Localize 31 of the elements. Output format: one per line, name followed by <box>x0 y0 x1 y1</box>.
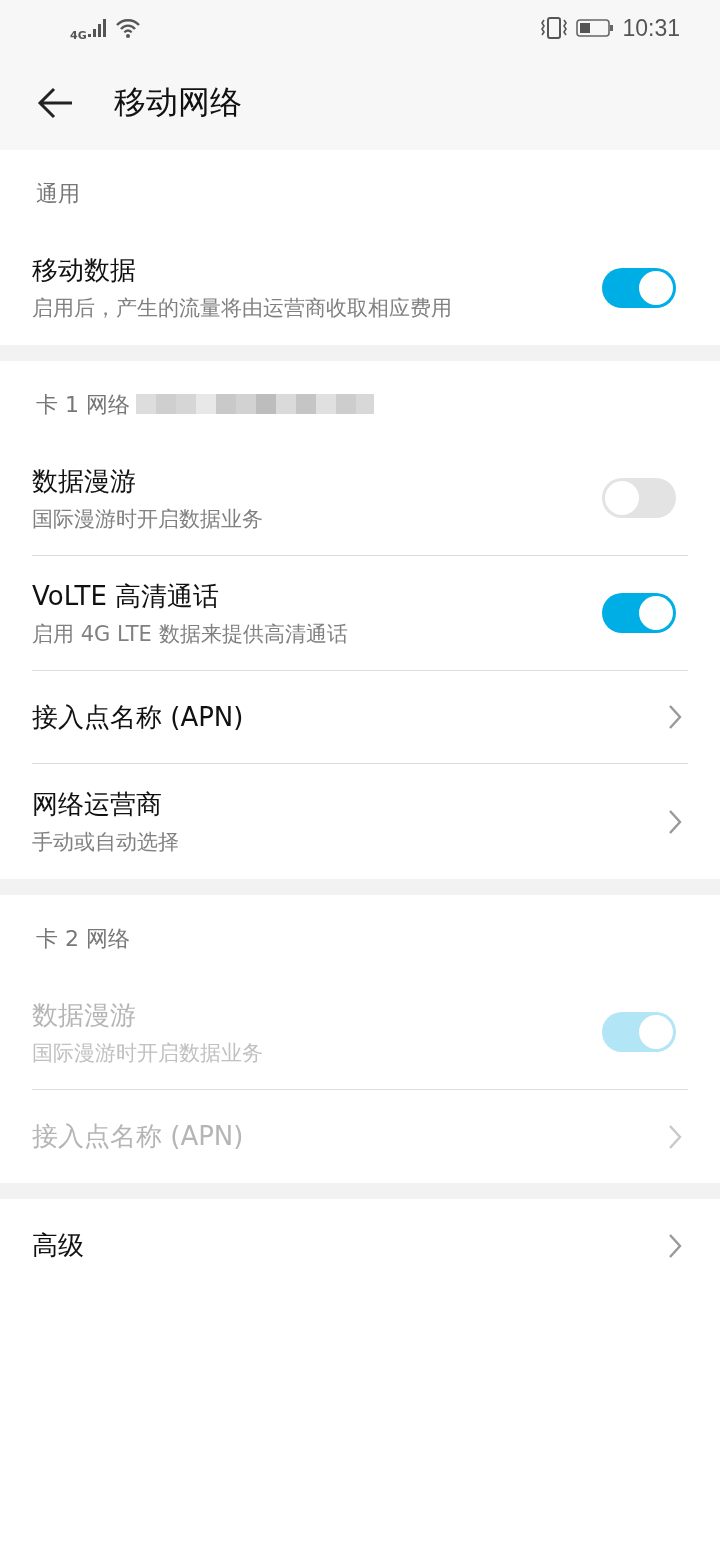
chevron-right-icon <box>668 704 682 730</box>
setting-title: 接入点名称 (APN) <box>32 700 244 734</box>
setting-description: 手动或自动选择 <box>32 829 179 856</box>
vibrate-icon <box>540 16 569 40</box>
setting-description: 启用后，产生的流量将由运营商收取相应费用 <box>32 295 452 322</box>
setting-title: 接入点名称 (APN) <box>32 1120 244 1153</box>
setting-title: 数据漫游 <box>32 464 137 498</box>
signal-icon <box>86 18 107 38</box>
chevron-right-icon <box>668 1123 682 1150</box>
chevron-right-icon <box>668 1232 682 1259</box>
setting-description: 国际漫游时开启数据业务 <box>32 505 263 533</box>
setting-title: 网络运营商 <box>32 788 163 821</box>
section-header: 卡 2 网络 <box>36 925 130 953</box>
setting-title: 高级 <box>32 1229 84 1262</box>
section-header: 通用 <box>36 180 80 208</box>
toggle-switch[interactable] <box>602 593 676 633</box>
setting-description: 启用 4G LTE 数据来提供高清通话 <box>32 620 348 648</box>
setting-title: 移动数据 <box>32 254 137 287</box>
wifi-icon <box>114 18 141 38</box>
chevron-right-icon <box>668 808 682 835</box>
back-button[interactable] <box>36 86 74 120</box>
section-header: 卡 1 网络 <box>36 391 130 419</box>
toggle-switch[interactable] <box>602 478 676 518</box>
page-title: 移动网络 <box>114 82 242 123</box>
setting-title: VoLTE 高清通话 <box>32 579 221 613</box>
network-type: 4G <box>70 28 87 42</box>
battery-icon <box>576 18 615 38</box>
setting-description: 国际漫游时开启数据业务 <box>32 1039 263 1067</box>
clock-time: 10:31 <box>622 14 680 42</box>
toggle-switch[interactable] <box>602 267 676 308</box>
setting-title: 数据漫游 <box>32 998 137 1032</box>
